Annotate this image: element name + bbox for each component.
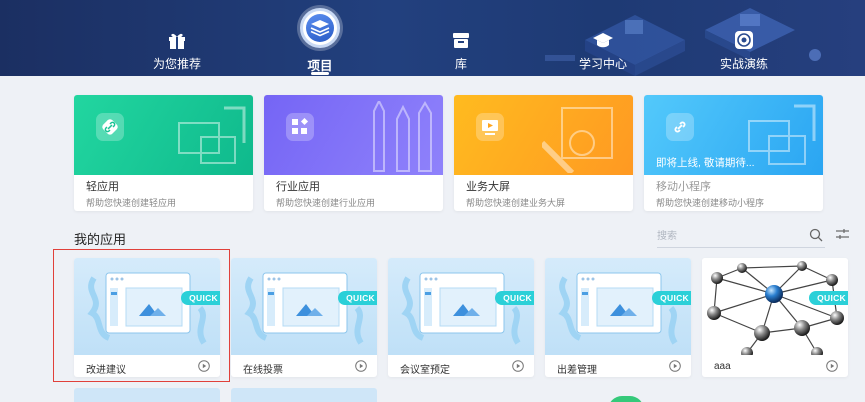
network-spheres-image: QUICK — [702, 258, 848, 355]
nav-label: 库 — [454, 57, 467, 71]
banner-illustration — [178, 106, 246, 164]
app-thumbnail: QUICK — [74, 258, 220, 355]
app-name: 出差管理 — [557, 365, 597, 376]
top-navigation: 为您推荐 项目 库 学习中心 实战演练 — [0, 0, 865, 76]
app-card-improvement[interactable]: QUICK 改进建议 — [74, 258, 220, 377]
quick-badge: QUICK — [809, 291, 848, 305]
app-card-meeting-room[interactable]: QUICK 会议室预定 — [388, 258, 534, 377]
template-title: 移动小程序 — [656, 181, 711, 193]
nav-recommend[interactable]: 为您推荐 — [117, 0, 237, 76]
app-name: 在线投票 — [243, 365, 283, 376]
search-icon[interactable] — [809, 228, 823, 242]
app-thumbnail: QUICK — [388, 258, 534, 355]
search-box — [657, 224, 825, 248]
banner-illustration — [542, 107, 613, 173]
template-desc: 帮助您快速创建移动小程序 — [656, 198, 765, 208]
quick-badge: QUICK — [181, 291, 220, 305]
app-card-business-trip[interactable]: QUICK 出差管理 — [545, 258, 691, 377]
coming-soon-text: 即将上线, 敬请期待... — [656, 157, 755, 169]
nav-label: 学习中心 — [578, 57, 627, 71]
play-circle-icon[interactable] — [198, 360, 210, 372]
template-card-mini-program[interactable]: 即将上线, 敬请期待... 移动小程序 帮助您快速创建移动小程序 — [644, 95, 823, 211]
active-underline — [311, 72, 329, 75]
app-name: 改进建议 — [86, 365, 126, 376]
template-desc: 帮助您快速创建业务大屏 — [466, 198, 566, 208]
play-circle-icon[interactable] — [355, 360, 367, 372]
link-icon — [674, 121, 686, 133]
search-input[interactable] — [657, 227, 797, 245]
app-thumbnail: QUICK — [545, 258, 691, 355]
app-card-online-vote[interactable]: QUICK 在线投票 — [231, 258, 377, 377]
template-card-dashboard[interactable]: 业务大屏 帮助您快速创建业务大屏 — [454, 95, 633, 211]
play-circle-icon[interactable] — [826, 360, 838, 372]
template-card-light-app[interactable]: 轻应用 帮助您快速创建轻应用 — [74, 95, 253, 211]
quick-badge: QUICK — [495, 291, 534, 305]
graduation-cap-icon — [593, 33, 613, 48]
target-icon — [735, 31, 753, 49]
my-apps-title: 我的应用 — [74, 232, 127, 247]
app-name: aaa — [714, 361, 731, 372]
app-card-partial[interactable] — [74, 388, 220, 402]
app-card-partial[interactable] — [231, 388, 377, 402]
screen-icon — [482, 120, 498, 135]
gift-icon — [169, 33, 185, 49]
nav-practice[interactable]: 实战演练 — [684, 0, 804, 76]
template-title: 业务大屏 — [466, 181, 510, 193]
template-title: 行业应用 — [276, 181, 320, 193]
nav-label: 为您推荐 — [152, 57, 201, 71]
app-name: 会议室预定 — [400, 365, 450, 376]
app-thumbnail: QUICK — [231, 258, 377, 355]
nav-label: 实战演练 — [719, 57, 768, 71]
template-desc: 帮助您快速创建行业应用 — [276, 198, 376, 208]
filter-settings-icon[interactable] — [836, 228, 849, 241]
play-circle-icon[interactable] — [512, 360, 524, 372]
nav-learning-center[interactable]: 学习中心 — [543, 0, 663, 76]
nav-library[interactable]: 库 — [401, 0, 521, 76]
grid-icon — [292, 118, 309, 134]
template-desc: 帮助您快速创建轻应用 — [86, 198, 177, 208]
app-card-aaa[interactable]: QUICK aaa — [702, 258, 848, 377]
play-circle-icon[interactable] — [669, 360, 681, 372]
nav-project[interactable]: 项目 — [260, 0, 380, 76]
template-card-industry-app[interactable]: 行业应用 帮助您快速创建行业应用 — [264, 95, 443, 211]
link-icon — [102, 119, 118, 135]
archive-icon — [453, 33, 469, 48]
floating-action-button[interactable] — [608, 396, 644, 402]
template-title: 轻应用 — [86, 181, 119, 193]
banner-illustration — [373, 101, 432, 172]
quick-badge: QUICK — [652, 291, 691, 305]
quick-badge: QUICK — [338, 291, 377, 305]
